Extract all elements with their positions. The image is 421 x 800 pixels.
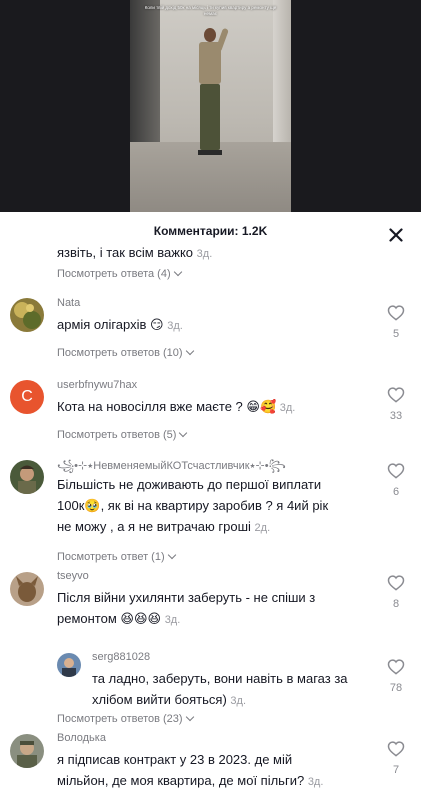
heart-icon [387,659,405,675]
like-count: 78 [389,682,403,694]
comment-text: не можу , а я не витрачаю гроші [57,519,251,534]
comment-text: Кота на новосілля вже маєте ? 😁🥰 [57,399,277,414]
like-button[interactable]: 8 [383,574,409,610]
close-icon [389,228,403,242]
comment-text: армія олігархів 😏 [57,317,164,332]
chevron-down-icon [185,712,194,722]
like-count: 5 [392,328,400,340]
like-count: 8 [392,598,400,610]
reply-text: хлібом вийти бояться) [92,692,227,707]
reply-item: serg881028 та ладно, заберуть, вони наві… [0,648,421,708]
comments-sheet: Комментарии: 1.2K язвіть, і так всім важ… [0,212,421,800]
comment-time: 3д. [164,614,181,626]
reply-username[interactable]: serg881028 [92,651,150,663]
heart-icon [387,575,405,591]
avatar[interactable] [57,653,81,677]
like-count: 6 [392,486,400,498]
comment-username[interactable]: Nata [57,297,80,309]
like-button[interactable]: 6 [383,462,409,498]
view-replies-button[interactable]: Посмотреть ответов (5) [57,428,188,441]
avatar[interactable]: C [10,380,44,414]
comment-text: язвіть, і так всім важко [57,245,194,260]
comment-time: 3д. [167,320,183,332]
like-button[interactable]: 7 [383,740,409,776]
view-replies-button[interactable]: Посмотреть ответа (4) [57,267,182,280]
avatar[interactable] [10,734,44,768]
avatar[interactable] [10,298,44,332]
chevron-down-icon [167,550,176,560]
heart-icon [387,463,405,479]
chevron-down-icon [185,346,194,356]
reply-text: та ладно, заберуть, вони навіть в магаз … [92,671,348,686]
chevron-down-icon [179,428,188,438]
comment-item: ꧁•⊹٭НевменяемыйКОТсчастливчик٭⊹•꧂ Більші… [0,454,421,563]
comment-text: я підписав контракт у 23 в 2023. де мій [57,752,293,767]
comment-username[interactable]: Володька [57,732,106,744]
comment-username[interactable]: tseyvo [57,570,89,582]
comment-item: tseyvo Після війни ухилянти заберуть - н… [0,570,421,725]
like-count: 7 [392,764,400,776]
reply-time: 3д. [230,695,246,707]
avatar[interactable] [10,572,44,606]
comment-item: C userbfnywu7hax Кота на новосілля вже м… [0,376,421,446]
like-button[interactable]: 33 [383,386,409,422]
avatar[interactable] [10,460,44,494]
comment-item: Nata армія олігархів 😏 3д. 5 Посмотреть … [0,294,421,364]
comment-text: 100к🥹, як ві на квартиру заробив ? я 4ий… [57,498,329,513]
view-replies-button[interactable]: Посмотреть ответов (23) [57,712,194,725]
video-person [196,27,229,158]
view-replies-button[interactable]: Посмотреть ответов (10) [57,346,194,359]
like-button[interactable]: 5 [383,304,409,340]
comment-text: ремонтом 😆😆😆 [57,611,162,626]
heart-icon [387,387,405,403]
comments-title: Комментарии: 1.2K [153,224,268,238]
comment-time: 2д. [254,522,271,534]
video-background[interactable]: Коли твій дохід 50к на місяць і ти купив… [0,0,421,212]
heart-icon [387,741,405,757]
comment-partial: язвіть, і так всім важко 3д. Посмотреть … [0,242,421,286]
heart-icon [387,305,405,321]
comment-time: 3д. [196,248,213,260]
chevron-down-icon [173,267,182,277]
comment-text: Більшість не доживають до першої виплати [57,477,322,492]
comment-time: 3д. [307,776,324,788]
view-replies-button[interactable]: Посмотреть ответ (1) [57,550,176,563]
comment-username[interactable]: userbfnywu7hax [57,379,137,391]
like-count: 33 [389,410,403,422]
video-caption: Коли твій дохід 50к на місяць і ти купив… [144,5,277,16]
video-preview[interactable]: Коли твій дохід 50к на місяць і ти купив… [130,0,291,212]
comment-text: Після війни ухилянти заберуть - не спіши… [57,590,316,605]
comment-text: мільйон, де моя квартира, де мої пільги? [57,773,305,788]
comment-item: Володька я підписав контракт у 23 в 2023… [0,732,421,800]
comment-time: 3д. [279,402,296,414]
like-button[interactable]: 78 [383,658,409,694]
